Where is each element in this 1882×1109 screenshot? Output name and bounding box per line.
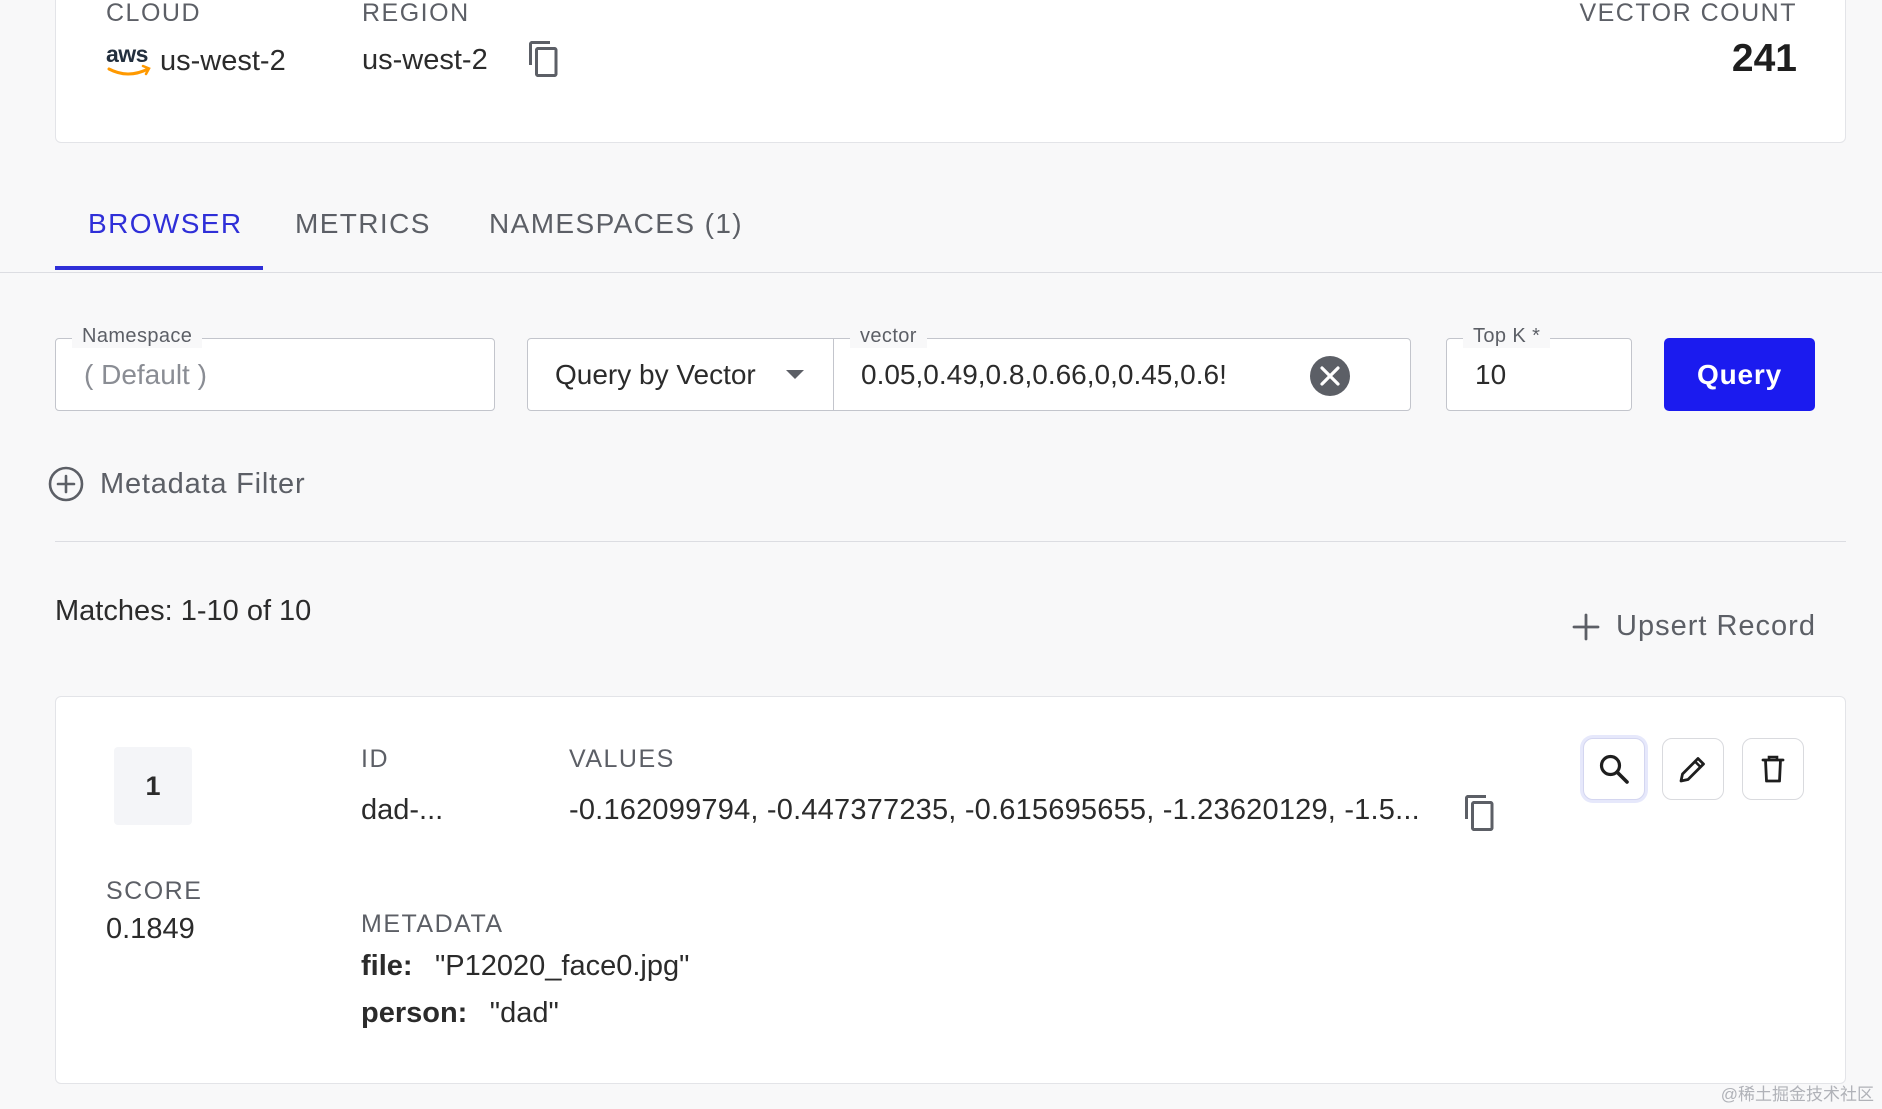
metadata-key: file:	[361, 950, 413, 982]
section-divider	[55, 541, 1846, 542]
plus-icon	[1572, 613, 1600, 640]
index-info-card: CLOUD aws us-west-2 REGION us-west-2 VEC…	[55, 0, 1846, 143]
delete-record-button[interactable]	[1742, 738, 1804, 800]
clear-vector-icon[interactable]	[1309, 355, 1351, 397]
metadata-filter-toggle[interactable]: Metadata Filter	[48, 466, 305, 502]
copy-region-icon[interactable]	[526, 39, 562, 79]
cloud-value-row: aws us-west-2	[106, 41, 286, 81]
active-tab-indicator	[55, 266, 263, 270]
values-value: -0.162099794, -0.447377235, -0.615695655…	[569, 794, 1420, 826]
metadata-filter-label: Metadata Filter	[100, 467, 306, 500]
result-card: 1 SCORE 0.1849 ID dad-... VALUES -0.1620…	[55, 696, 1846, 1084]
matches-count: Matches: 1-10 of 10	[55, 595, 312, 627]
tab-namespaces[interactable]: NAMESPACES (1)	[489, 208, 743, 240]
upsert-record-label: Upsert Record	[1616, 610, 1816, 642]
tab-browser[interactable]: BROWSER	[88, 208, 242, 240]
aws-logo-icon: aws	[106, 41, 154, 81]
metadata-row-file: file: "P12020_face0.jpg"	[361, 950, 689, 983]
topk-label: Top K *	[1463, 325, 1551, 348]
tabs-divider	[0, 272, 1882, 273]
add-circle-icon	[48, 466, 84, 502]
metadata-value: "P12020_face0.jpg"	[435, 950, 690, 982]
pencil-icon	[1679, 757, 1705, 783]
vector-input[interactable]: 0.05,0.49,0.8,0.66,0,0.45,0.6!	[861, 359, 1241, 391]
watermark: @稀土掘金技术社区	[1720, 1085, 1874, 1104]
chevron-down-icon	[786, 370, 804, 379]
copy-values-icon[interactable]	[1462, 793, 1498, 833]
metadata-key: person:	[361, 997, 468, 1029]
tab-metrics[interactable]: METRICS	[295, 208, 431, 240]
metadata-row-person: person: "dad"	[361, 997, 559, 1030]
values-label: VALUES	[569, 745, 675, 773]
region-value: us-west-2	[362, 44, 488, 76]
search-icon	[1599, 754, 1629, 784]
topk-field[interactable]: Top K * 10	[1446, 325, 1632, 411]
trash-icon	[1761, 755, 1785, 783]
region-label: REGION	[362, 0, 470, 27]
result-rank: 1	[114, 747, 192, 825]
vector-count-value: 241	[1731, 37, 1797, 80]
score-value: 0.1849	[106, 913, 195, 945]
metadata-label: METADATA	[361, 910, 504, 938]
id-label: ID	[361, 745, 389, 773]
id-value: dad-...	[361, 794, 444, 826]
edit-record-button[interactable]	[1662, 738, 1724, 800]
score-label: SCORE	[106, 877, 203, 905]
upsert-record-button[interactable]: Upsert Record	[1572, 610, 1816, 643]
vector-field[interactable]: vector 0.05,0.49,0.8,0.66,0,0.45,0.6!	[833, 325, 1411, 411]
vector-count-label: VECTOR COUNT	[1579, 0, 1797, 27]
topk-input[interactable]: 10	[1475, 359, 1506, 391]
vector-label: vector	[850, 325, 927, 348]
namespace-label: Namespace	[72, 325, 203, 348]
query-similar-button[interactable]	[1583, 738, 1645, 800]
namespace-input[interactable]: ( Default )	[84, 359, 207, 391]
query-mode-select[interactable]: Query by Vector	[527, 338, 834, 411]
cloud-label: CLOUD	[106, 0, 202, 27]
query-button[interactable]: Query	[1664, 338, 1815, 411]
metadata-value: "dad"	[489, 997, 559, 1029]
cloud-region-value: us-west-2	[160, 44, 286, 77]
query-mode-value: Query by Vector	[555, 359, 756, 390]
namespace-field[interactable]: Namespace ( Default )	[55, 325, 495, 411]
